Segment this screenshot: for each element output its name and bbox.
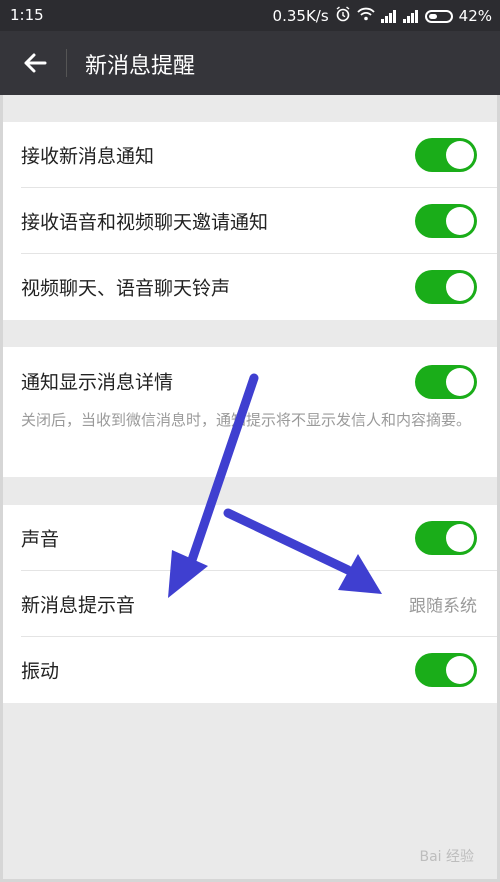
annotation-arrows (168, 373, 382, 598)
annotation-arrow-right (223, 508, 382, 594)
watermark: Bai 经验 (419, 849, 474, 865)
annotation-arrow-left (168, 373, 259, 598)
